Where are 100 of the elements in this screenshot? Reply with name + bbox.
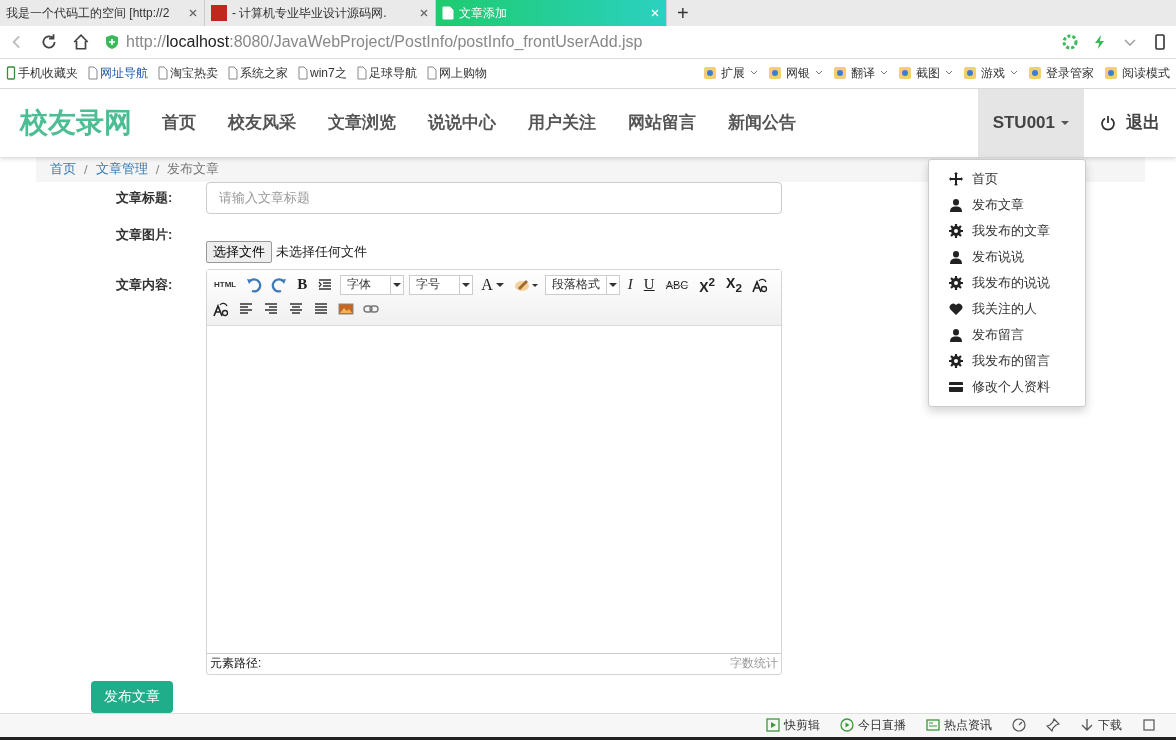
status-bar-item[interactable] bbox=[1046, 718, 1060, 733]
menu-item[interactable]: 发布文章 bbox=[929, 191, 1085, 218]
caret-icon bbox=[1061, 119, 1069, 126]
gear-icon bbox=[949, 275, 963, 290]
card-icon bbox=[949, 379, 963, 394]
toolbar-select[interactable]: 字号 bbox=[409, 274, 474, 295]
toolbar-extension-button[interactable]: 阅读模式 bbox=[1104, 64, 1170, 82]
status-bar-item[interactable]: 热点资讯 bbox=[926, 716, 992, 734]
gear-icon bbox=[949, 223, 963, 238]
status-bar-item[interactable]: 下载 bbox=[1080, 716, 1122, 734]
field-label: 文章图片: bbox=[116, 225, 174, 244]
caret-icon bbox=[608, 281, 617, 288]
gear-icon bbox=[949, 353, 963, 368]
user-icon bbox=[949, 197, 963, 212]
toolbar-button[interactable]: B bbox=[294, 276, 311, 293]
heart-icon bbox=[949, 301, 963, 316]
bookmark-link[interactable]: win7之 bbox=[298, 64, 347, 82]
word-count-label: 字数统计 bbox=[730, 655, 778, 672]
bookmark-link[interactable]: 足球导航 bbox=[356, 64, 417, 82]
user-icon bbox=[949, 327, 963, 342]
image-icon[interactable] bbox=[336, 300, 356, 317]
nav-link[interactable]: 新闻公告 bbox=[712, 111, 812, 134]
page-icon bbox=[158, 66, 168, 81]
browser-tab[interactable]: 我是一个代码工的空间 [http://2 bbox=[0, 0, 205, 27]
status-bar-item[interactable]: 快剪辑 bbox=[766, 716, 820, 734]
close-icon[interactable] bbox=[419, 8, 429, 19]
extension-icon bbox=[963, 66, 977, 81]
title-input-field[interactable]: 请输入文章标题 bbox=[206, 181, 782, 214]
extension-icon bbox=[833, 66, 847, 81]
nav-link[interactable]: 网站留言 bbox=[612, 111, 712, 134]
bookmark-link[interactable]: 网址导航 bbox=[88, 64, 148, 82]
close-icon[interactable] bbox=[188, 8, 198, 19]
element-path-label: 元素路径: bbox=[210, 655, 262, 672]
menu-item[interactable]: 修改个人资料 bbox=[929, 373, 1085, 400]
user-icon bbox=[949, 249, 963, 264]
breadcrumb-current: 发布文章 bbox=[167, 160, 220, 178]
status-bar-item[interactable] bbox=[1012, 718, 1026, 733]
toolbar-extension-button[interactable]: 游戏 bbox=[963, 64, 1018, 82]
user-menu-button[interactable]: STU001 bbox=[977, 88, 1084, 157]
bookmark-link[interactable]: 系统之家 bbox=[228, 64, 288, 82]
field-label: 文章内容: bbox=[116, 275, 174, 294]
move-icon bbox=[949, 171, 963, 186]
bookmark-link[interactable]: 手机收藏夹 bbox=[6, 64, 78, 82]
toolbar-extension-button[interactable]: 扩展 bbox=[703, 64, 758, 82]
phone-icon[interactable] bbox=[1152, 34, 1168, 51]
nav-link[interactable]: 说说中心 bbox=[412, 111, 512, 134]
home-icon[interactable] bbox=[72, 33, 90, 52]
gauge-icon bbox=[1012, 718, 1026, 733]
browser-tab[interactable]: - 计算机专业毕业设计源码网. bbox=[205, 0, 436, 27]
download-icon bbox=[1080, 718, 1094, 733]
play-square-icon bbox=[766, 718, 780, 733]
breadcrumb-separator: / bbox=[155, 161, 160, 177]
address-field[interactable]: http://localhost:8080/JavaWebProject/PostInfo/postInfo_frontUserAdd.jsp bbox=[126, 33, 1048, 52]
toolbar-extension-button[interactable]: 登录管家 bbox=[1028, 64, 1094, 82]
toolbar-extension-button[interactable]: 截图 bbox=[898, 64, 953, 82]
flower-icon[interactable] bbox=[1062, 34, 1078, 51]
new-tab-button[interactable]: + bbox=[667, 0, 699, 27]
menu-item[interactable]: 首页 bbox=[929, 165, 1085, 192]
change-case-icon[interactable] bbox=[211, 300, 231, 317]
bookmark-link[interactable]: 淘宝热卖 bbox=[158, 64, 218, 82]
status-bar-item[interactable]: 今日直播 bbox=[840, 716, 906, 734]
caret-icon bbox=[495, 281, 504, 288]
toolbar-button[interactable]: HTML bbox=[211, 280, 240, 289]
menu-item[interactable]: 我发布的文章 bbox=[929, 217, 1085, 244]
phone-icon bbox=[6, 66, 16, 81]
breadcrumb-link[interactable]: 首页 bbox=[50, 160, 76, 178]
toolbar-button[interactable]: U bbox=[640, 276, 658, 293]
caret-icon bbox=[393, 281, 402, 288]
nav-link[interactable]: 首页 bbox=[146, 111, 212, 134]
page-icon bbox=[298, 66, 308, 81]
menu-item[interactable]: 我关注的人 bbox=[929, 295, 1085, 322]
toolbar-button[interactable]: I bbox=[624, 276, 636, 293]
toolbar-button[interactable]: X$^{2}$ bbox=[696, 274, 719, 295]
nav-link[interactable]: 文章浏览 bbox=[312, 111, 412, 134]
breadcrumb-link[interactable]: 文章管理 bbox=[95, 160, 148, 178]
menu-item[interactable]: 发布说说 bbox=[929, 243, 1085, 270]
file-status: 未选择任何文件 bbox=[276, 242, 367, 261]
change-case-icon[interactable] bbox=[749, 276, 770, 293]
breadcrumb-separator: / bbox=[84, 161, 88, 177]
extension-icon bbox=[768, 66, 782, 81]
nav-link[interactable]: 用户关注 bbox=[512, 111, 612, 134]
menu-item[interactable]: 发布留言 bbox=[929, 321, 1085, 348]
power-icon bbox=[1100, 114, 1116, 131]
menu-item[interactable]: 我发布的留言 bbox=[929, 347, 1085, 374]
toolbar-select[interactable]: 段落格式 bbox=[544, 274, 620, 295]
toolbar-select[interactable]: 字体 bbox=[340, 274, 405, 295]
news-icon bbox=[926, 718, 940, 733]
logout-link[interactable]: 退出 bbox=[1084, 88, 1176, 157]
menu-item[interactable]: 我发布的说说 bbox=[929, 269, 1085, 296]
toolbar-button[interactable]: A bbox=[478, 275, 507, 294]
toolbar-extension-button[interactable]: 网银 bbox=[768, 64, 823, 82]
shield-icon bbox=[104, 34, 120, 51]
play-circle-icon bbox=[840, 718, 854, 733]
choose-file-button[interactable]: 选择文件 bbox=[206, 240, 272, 263]
toolbar-extension-button[interactable]: 翻译 bbox=[833, 64, 888, 82]
bookmark-link[interactable]: 网上购物 bbox=[426, 64, 487, 82]
page-icon bbox=[228, 66, 238, 81]
extension-icon bbox=[1028, 66, 1042, 81]
toolbar-button[interactable]: X$_{2}$ bbox=[723, 275, 745, 294]
nav-link[interactable]: 校友风采 bbox=[212, 111, 312, 134]
